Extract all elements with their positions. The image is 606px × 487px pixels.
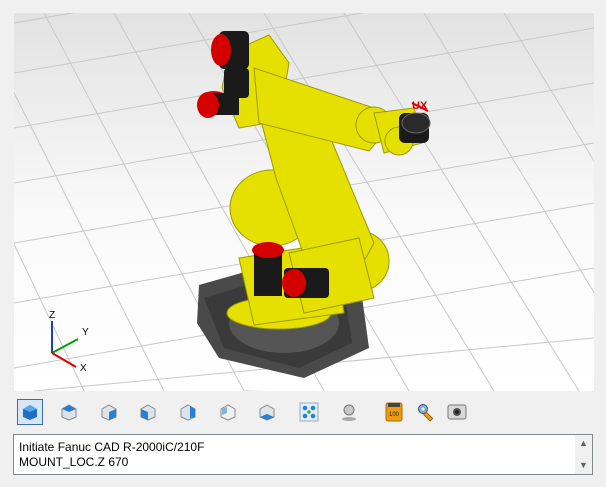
x-axis-line — [51, 352, 77, 368]
right-view-icon — [180, 404, 196, 421]
y-axis-label: Y — [82, 327, 89, 338]
output-console[interactable]: Initiate Fanuc CAD R-2000iC/210F MOUNT_L… — [13, 434, 593, 475]
x-axis-label: X — [80, 363, 87, 374]
iso-view-icon — [23, 405, 37, 420]
3d-viewport[interactable]: UX Z Y X — [14, 13, 594, 391]
console-line: Initiate Fanuc CAD R-2000iC/210F — [19, 440, 205, 454]
bottom-view-icon — [259, 404, 275, 421]
fit-all-icon — [299, 402, 319, 422]
memory-card-button[interactable]: 100 — [381, 399, 407, 425]
screenshot-button[interactable] — [444, 399, 470, 425]
top-view-button[interactable] — [56, 399, 82, 425]
fit-all-button[interactable] — [296, 399, 322, 425]
zoom-button[interactable] — [336, 399, 362, 425]
left-view-button[interactable] — [135, 399, 161, 425]
view-toolbar: 100 — [14, 399, 594, 427]
front-view-icon — [101, 404, 117, 421]
settings-button[interactable] — [413, 399, 439, 425]
memory-card-icon: 100 — [385, 402, 403, 422]
console-lines: Initiate Fanuc CAD R-2000iC/210F MOUNT_L… — [19, 440, 204, 470]
magnifier-icon — [342, 404, 356, 421]
wrench-icon — [418, 404, 434, 422]
top-view-icon — [61, 404, 77, 421]
scene: UX Z Y X — [14, 13, 594, 391]
tool-frame-marker: UX — [411, 100, 429, 112]
front-view-button[interactable] — [96, 399, 122, 425]
console-scrollbar[interactable]: ▲ ▼ — [575, 435, 592, 474]
scroll-up-icon[interactable]: ▲ — [575, 435, 592, 452]
tool-label: UX — [412, 100, 428, 112]
camera-icon — [447, 404, 467, 420]
back-view-button[interactable] — [215, 399, 241, 425]
axis-triad: Z Y X — [49, 310, 89, 374]
z-axis-label: Z — [49, 310, 55, 321]
scroll-down-icon[interactable]: ▼ — [575, 457, 592, 474]
svg-text:100: 100 — [389, 412, 400, 418]
left-view-icon — [140, 404, 156, 421]
right-view-button[interactable] — [175, 399, 201, 425]
bottom-view-button[interactable] — [254, 399, 280, 425]
iso-view-button[interactable] — [17, 399, 43, 425]
back-view-icon — [220, 404, 236, 421]
console-line: MOUNT_LOC.Z 670 — [19, 455, 129, 469]
